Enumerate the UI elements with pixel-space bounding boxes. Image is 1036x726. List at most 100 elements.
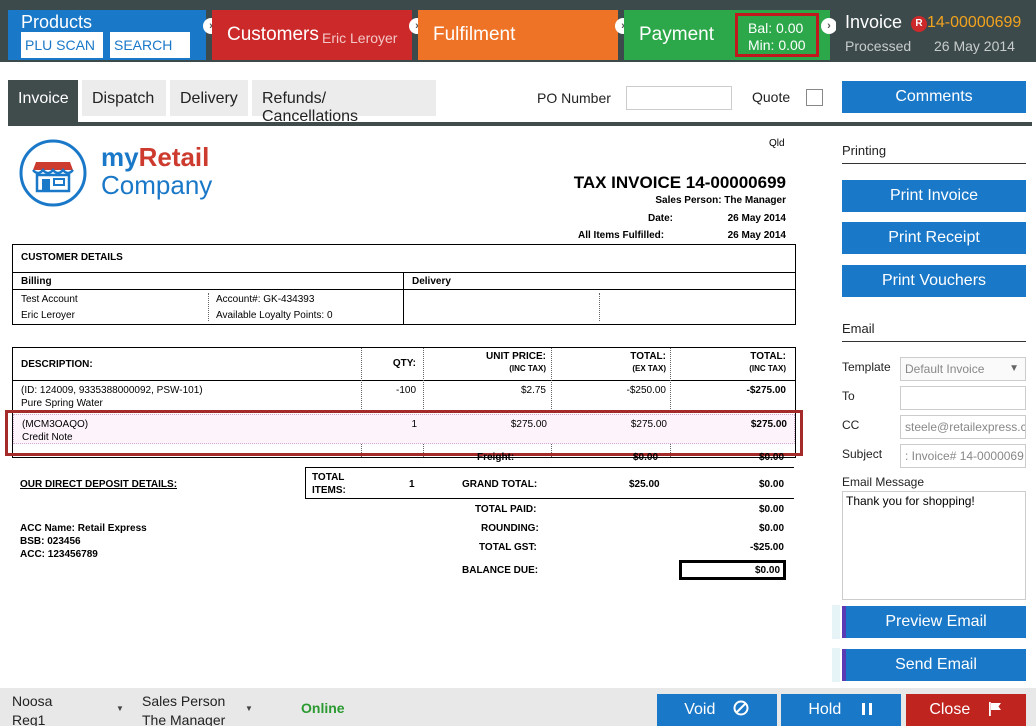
stage-customers[interactable]: Customers Eric Leroyer bbox=[212, 10, 412, 60]
billing-heading: Billing bbox=[21, 276, 52, 287]
stage-invoice-title: Invoice bbox=[845, 12, 903, 32]
void-label: Void bbox=[684, 701, 716, 718]
col-unit-price: UNIT PRICE: (INC TAX) bbox=[428, 351, 546, 375]
footer-bar: Noosa Reg1 ▼ Sales Person The Manager ▼ … bbox=[0, 688, 1036, 726]
col-unit-price-sub: (INC TAX) bbox=[509, 364, 546, 373]
to-input[interactable] bbox=[900, 386, 1026, 410]
grand-total-inc: $0.00 bbox=[759, 479, 785, 490]
invoice-number: 14-00000699 bbox=[927, 14, 1022, 31]
delivery-heading: Delivery bbox=[412, 276, 451, 287]
store-name: Noosa bbox=[12, 693, 53, 709]
highlighted-row-outline bbox=[5, 410, 803, 456]
flag-icon bbox=[988, 702, 1001, 716]
email-message-label: Email Message bbox=[842, 475, 925, 489]
col-total-inc-sub: (INC TAX) bbox=[749, 364, 786, 373]
row-qty: -100 bbox=[395, 385, 416, 396]
pause-icon bbox=[861, 703, 872, 715]
stage-invoice[interactable]: Invoice R 14-00000699 Processed 26 May 2… bbox=[836, 8, 1036, 60]
tab-dispatch[interactable]: Dispatch bbox=[82, 80, 166, 116]
divider bbox=[305, 498, 794, 499]
po-number-input[interactable] bbox=[626, 86, 732, 110]
total-gst-value: -$25.00 bbox=[750, 542, 784, 553]
balance-value: Bal: 0.00 bbox=[748, 20, 804, 36]
cc-label: CC bbox=[842, 418, 860, 432]
sales-person-label: Sales Person bbox=[142, 693, 226, 709]
row-total-inc: -$275.00 bbox=[746, 385, 786, 396]
minimum-value: Min: 0.00 bbox=[748, 37, 806, 53]
hold-button[interactable]: Hold bbox=[781, 694, 901, 726]
preview-email-button[interactable]: Preview Email bbox=[842, 606, 1026, 638]
connection-status: Online bbox=[301, 700, 345, 716]
stage-customers-title: Customers bbox=[227, 24, 319, 45]
print-receipt-button[interactable]: Print Receipt bbox=[842, 222, 1026, 254]
total-items-value: 1 bbox=[409, 479, 415, 490]
send-email-button[interactable]: Send Email bbox=[842, 649, 1026, 681]
divider bbox=[403, 272, 404, 324]
col-qty: QTY: bbox=[392, 358, 416, 369]
store-state: Qld bbox=[769, 138, 785, 149]
freight-inc: $0.00 bbox=[759, 452, 785, 463]
tab-refunds[interactable]: Refunds/ Cancellations bbox=[252, 80, 436, 125]
loyalty-points: Available Loyalty Points: 0 bbox=[216, 310, 333, 321]
invoice-status: Processed bbox=[845, 38, 912, 54]
col-total-ex: TOTAL: (EX TAX) bbox=[558, 351, 666, 375]
cc-input[interactable]: steele@retailexpress.c bbox=[900, 415, 1026, 439]
quote-label: Quote bbox=[752, 89, 791, 105]
balance-box: Bal: 0.00 Min: 0.00 bbox=[735, 13, 819, 57]
divider bbox=[13, 289, 795, 290]
subject-label: Subject bbox=[842, 447, 883, 461]
template-label: Template bbox=[842, 360, 891, 374]
date-label: Date: bbox=[648, 213, 674, 224]
tab-delivery[interactable]: Delivery bbox=[170, 80, 248, 116]
email-message-textarea[interactable]: Thank you for shopping! bbox=[842, 491, 1026, 600]
rounding-value: $0.00 bbox=[759, 523, 785, 534]
stage-products[interactable]: Products PLU SCAN SEARCH bbox=[8, 10, 206, 60]
customer-name: Eric Leroyer bbox=[322, 30, 398, 46]
print-invoice-button[interactable]: Print Invoice bbox=[842, 180, 1026, 212]
product-search-input[interactable]: SEARCH bbox=[110, 32, 190, 58]
comments-button[interactable]: Comments bbox=[842, 81, 1026, 113]
button-accent bbox=[832, 605, 840, 639]
date-value: 26 May 2014 bbox=[727, 213, 786, 224]
printing-heading: Printing bbox=[842, 143, 887, 158]
quote-checkbox[interactable] bbox=[806, 89, 823, 106]
logo-retail: Retail bbox=[138, 142, 210, 172]
invoice-document: myRetail Company Qld TAX INVOICE 14-0000… bbox=[5, 126, 828, 688]
stage-fulfilment[interactable]: Fulfilment bbox=[418, 10, 618, 60]
col-unit-price-label: UNIT PRICE: bbox=[486, 351, 546, 362]
hold-label: Hold bbox=[808, 701, 842, 718]
close-label: Close bbox=[929, 701, 971, 718]
total-items-label-2: ITEMS: bbox=[312, 485, 346, 496]
divider bbox=[13, 272, 795, 273]
email-heading: Email bbox=[842, 321, 875, 336]
store-logo-icon bbox=[19, 139, 87, 207]
caret-down-icon: ▼ bbox=[116, 704, 124, 713]
row-total-ex: -$250.00 bbox=[626, 385, 666, 396]
rounding-label: ROUNDING: bbox=[481, 523, 539, 534]
void-button[interactable]: Void bbox=[657, 694, 777, 726]
total-items-label-1: TOTAL bbox=[312, 472, 345, 483]
account-number: Account#: GK-434393 bbox=[216, 294, 315, 305]
print-vouchers-button[interactable]: Print Vouchers bbox=[842, 265, 1026, 297]
workflow-bar: Products PLU SCAN SEARCH › Customers Eri… bbox=[0, 0, 1036, 62]
tab-row: Invoice Dispatch Delivery Refunds/ Cance… bbox=[0, 78, 1036, 125]
stage-fulfilment-title: Fulfilment bbox=[433, 24, 516, 45]
customer-details-heading: CUSTOMER DETAILS bbox=[21, 252, 123, 263]
tax-invoice-title: TAX INVOICE 14-00000699 bbox=[573, 173, 786, 192]
subject-input[interactable]: : Invoice# 14-0000069 bbox=[900, 444, 1026, 468]
tab-invoice[interactable]: Invoice bbox=[8, 80, 78, 122]
fulfilled-label: All Items Fulfilled: bbox=[578, 230, 665, 241]
bsb-number: BSB: 023456 bbox=[20, 536, 81, 547]
po-number-label: PO Number bbox=[537, 90, 611, 106]
divider bbox=[13, 380, 795, 381]
template-select[interactable]: Default Invoice ▼ bbox=[900, 357, 1026, 381]
direct-deposit-title: OUR DIRECT DEPOSIT DETAILS: bbox=[20, 479, 178, 490]
stage-products-title: Products bbox=[21, 12, 93, 32]
plu-scan-input[interactable]: PLU SCAN bbox=[21, 32, 103, 58]
col-total-ex-sub: (EX TAX) bbox=[632, 364, 666, 373]
chevron-right-icon: › bbox=[821, 18, 837, 34]
close-button[interactable]: Close bbox=[906, 694, 1026, 726]
account-number-bank: ACC: 123456789 bbox=[20, 549, 98, 560]
grand-total-label: GRAND TOTAL: bbox=[462, 479, 538, 490]
freight-ex: $0.00 bbox=[633, 452, 659, 463]
